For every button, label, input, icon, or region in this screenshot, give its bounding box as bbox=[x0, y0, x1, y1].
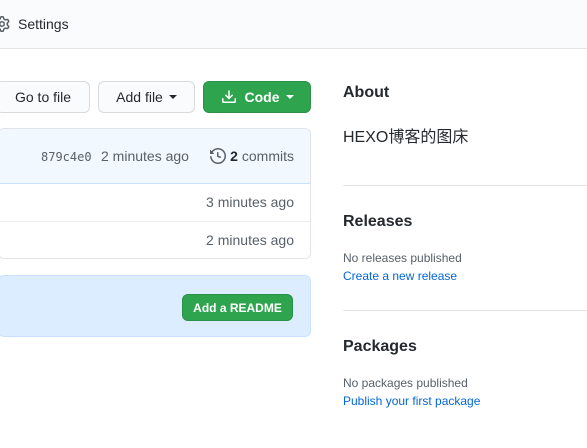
code-button[interactable]: Code bbox=[203, 81, 311, 113]
releases-empty-text: No releases published bbox=[343, 251, 462, 265]
file-row[interactable]: 2 minutes ago bbox=[0, 221, 310, 258]
file-row-time: 3 minutes ago bbox=[206, 194, 294, 210]
tab-settings[interactable]: Settings bbox=[0, 14, 69, 34]
caret-down-icon bbox=[285, 95, 294, 99]
commit-count-label: commits bbox=[241, 148, 294, 164]
divider bbox=[343, 185, 587, 186]
add-file-label: Add file bbox=[116, 89, 163, 105]
commit-time: 2 minutes ago bbox=[101, 148, 189, 164]
gear-icon bbox=[0, 16, 10, 32]
latest-commit-bar: 879c4e0 2 minutes ago 2 commits bbox=[0, 129, 310, 184]
packages-heading[interactable]: Packages bbox=[343, 338, 417, 356]
code-label: Code bbox=[244, 89, 280, 105]
about-heading: About bbox=[343, 84, 390, 101]
releases-heading[interactable]: Releases bbox=[343, 213, 412, 231]
add-readme-label: Add a README bbox=[193, 300, 282, 315]
about-description: HEXO博客的图床 bbox=[343, 129, 469, 146]
commit-count: 2 bbox=[230, 148, 238, 164]
publish-package-link[interactable]: Publish your first package bbox=[343, 394, 480, 408]
add-file-button[interactable]: Add file bbox=[98, 81, 195, 113]
commit-sha-link[interactable]: 879c4e0 bbox=[41, 150, 92, 164]
tab-settings-label: Settings bbox=[18, 16, 69, 32]
caret-down-icon bbox=[168, 95, 177, 99]
go-to-file-button[interactable]: Go to file bbox=[0, 81, 90, 113]
repo-nav-bar: Settings bbox=[0, 0, 587, 49]
download-icon bbox=[221, 90, 236, 103]
file-row-time: 2 minutes ago bbox=[206, 232, 294, 248]
commits-link[interactable]: 2 commits bbox=[210, 148, 294, 164]
create-release-link[interactable]: Create a new release bbox=[343, 269, 457, 283]
add-readme-button[interactable]: Add a README bbox=[182, 294, 293, 321]
packages-empty-text: No packages published bbox=[343, 376, 468, 390]
go-to-file-label: Go to file bbox=[14, 89, 72, 105]
file-row[interactable]: 3 minutes ago bbox=[0, 184, 310, 221]
history-icon bbox=[210, 148, 227, 164]
file-list: 879c4e0 2 minutes ago 2 commits 3 minute… bbox=[0, 128, 311, 259]
divider bbox=[343, 310, 587, 311]
